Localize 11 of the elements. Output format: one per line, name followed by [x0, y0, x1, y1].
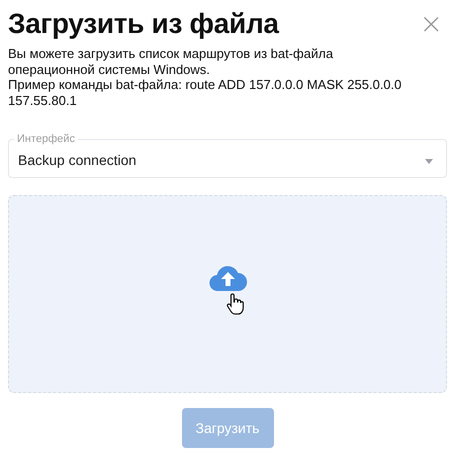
description-text: Вы можете загрузить список маршрутов из bat-файла операционной системы Windows. — [8, 46, 334, 77]
hand-cursor-icon — [226, 293, 244, 315]
description-text: Пример команды bat-файла: route ADD 157.0.0.0 MASK 255.0.0.0 157.55.80.1 — [8, 77, 403, 108]
field-value: Backup connection — [18, 152, 138, 168]
cloud-upload-icon — [208, 265, 246, 291]
field-label: Интерфейс — [14, 132, 78, 146]
dialog-title: Загрузить из файла — [8, 8, 279, 40]
caret-icon — [425, 158, 433, 164]
interface-select[interactable]: Интерфейс Backup connection — [8, 132, 447, 178]
close-button[interactable]: × — [416, 10, 447, 38]
file-dropzone[interactable] — [8, 195, 447, 393]
